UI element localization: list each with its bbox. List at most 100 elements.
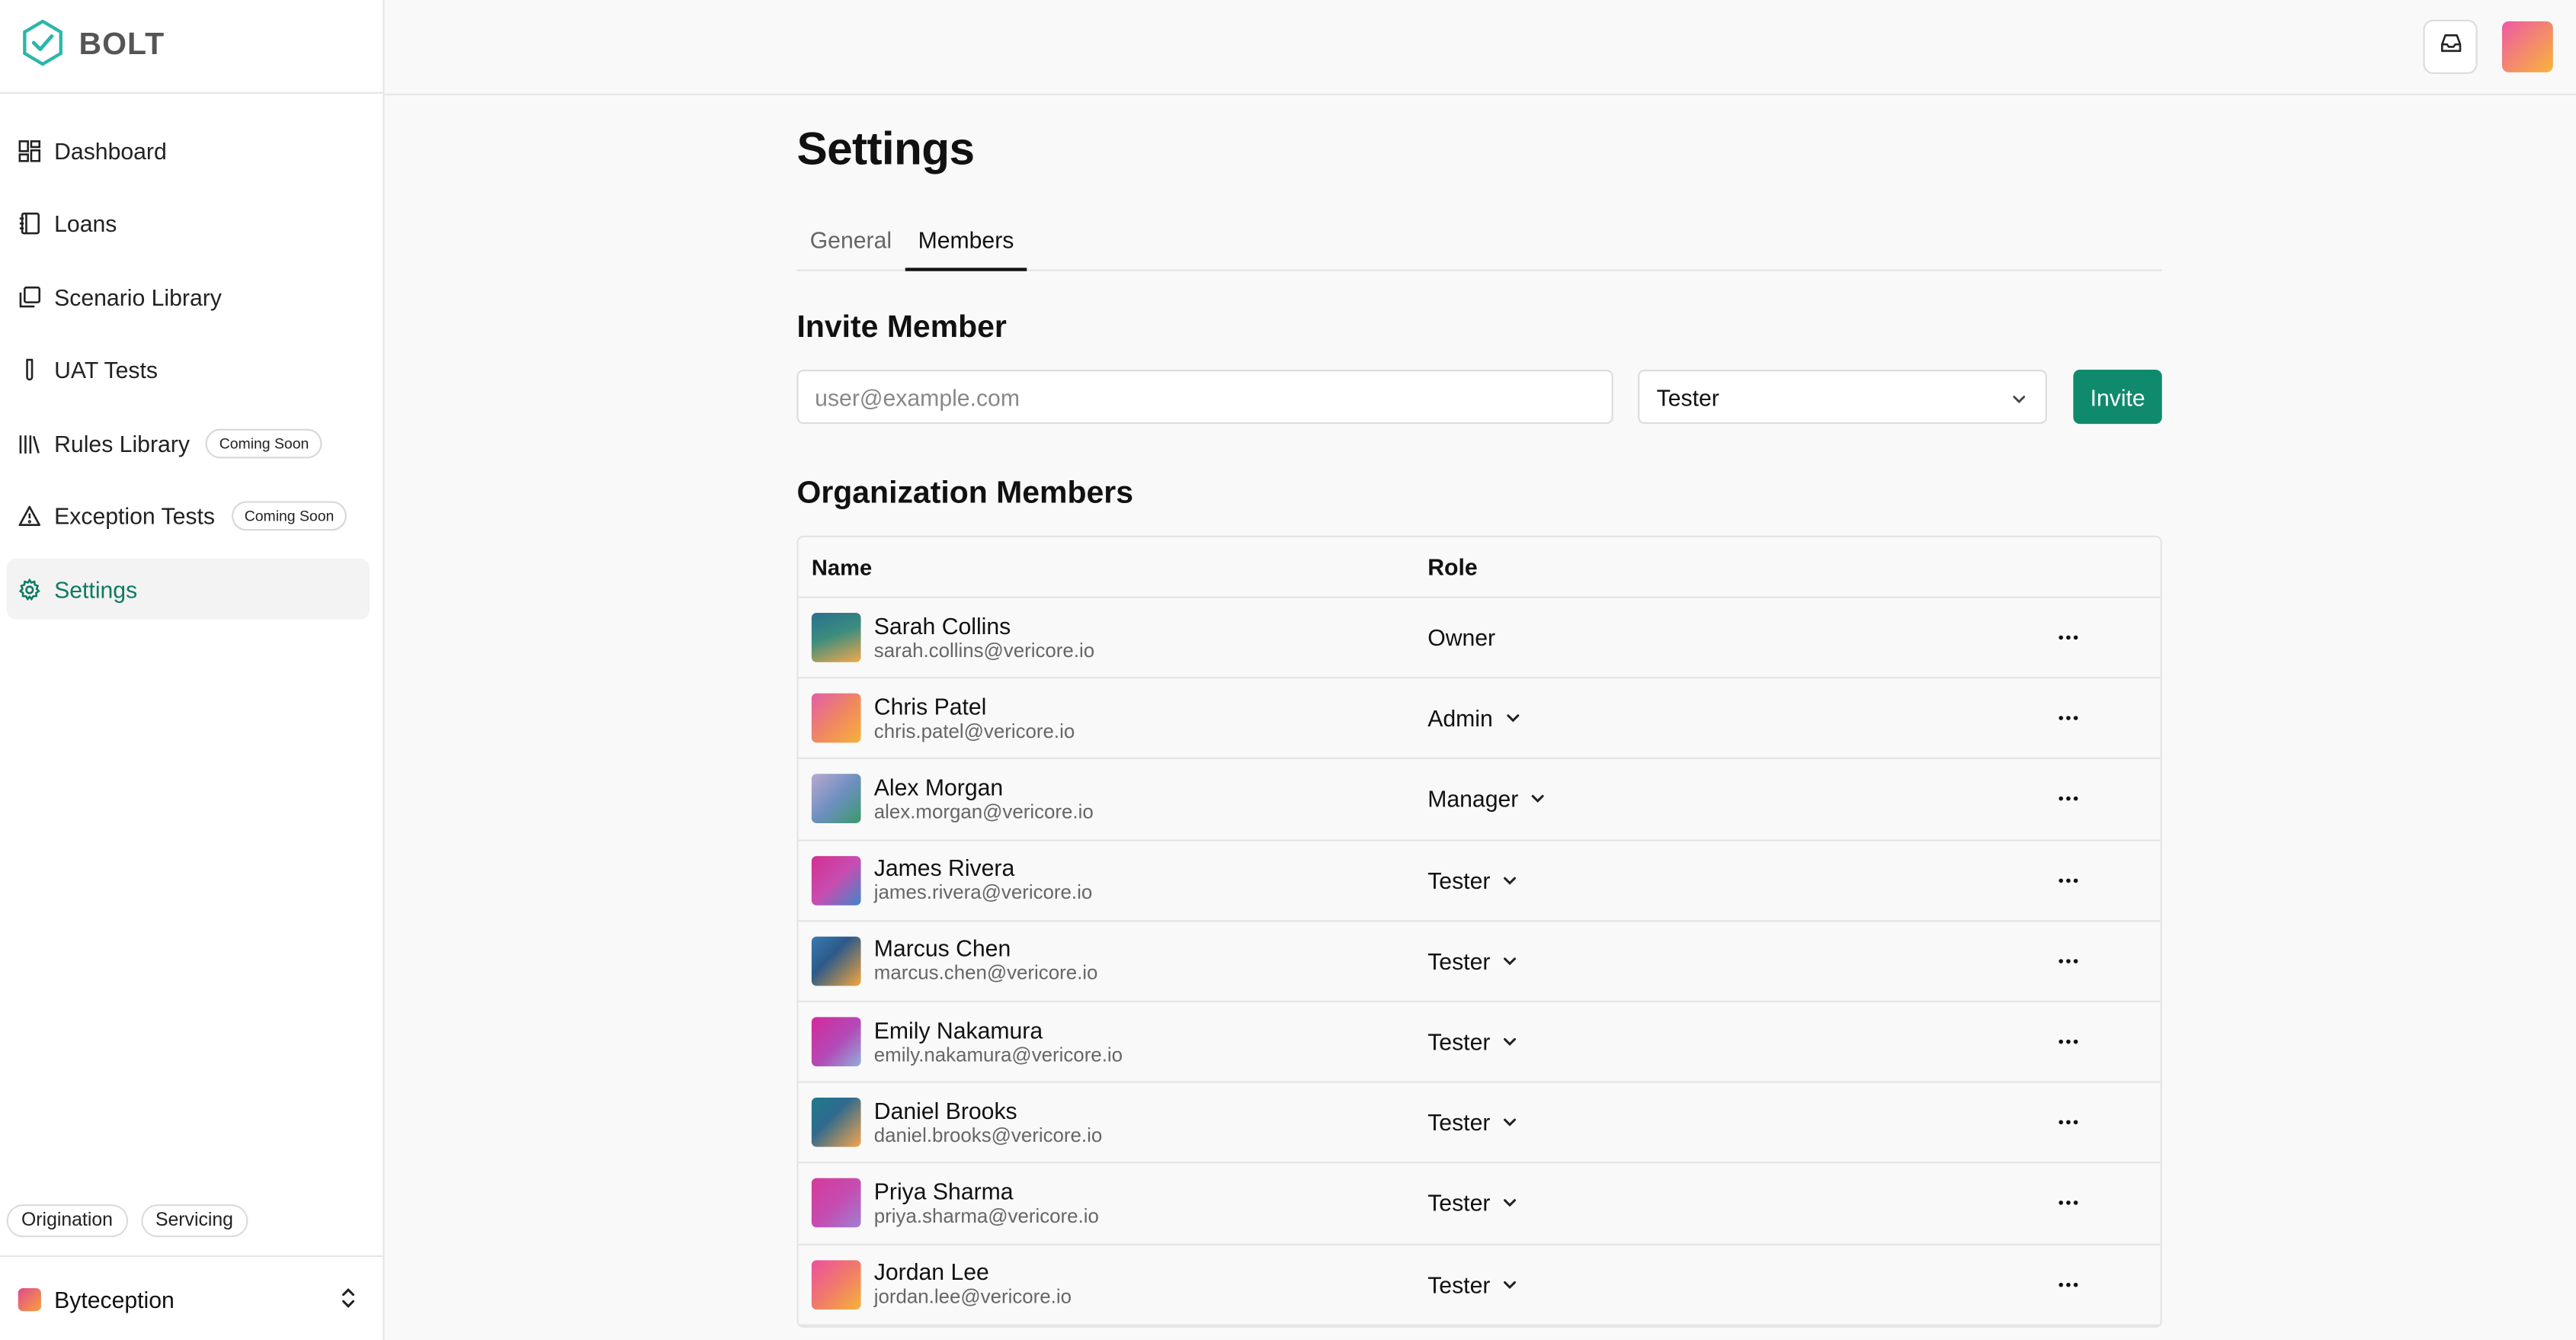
pill-servicing[interactable]: Servicing [140, 1204, 248, 1238]
pill-origination[interactable]: Origination [6, 1204, 128, 1238]
member-email: alex.morgan@vericore.io [873, 800, 1094, 823]
org-switcher[interactable]: Byteception [0, 1255, 383, 1340]
chevron-down-icon [1501, 1110, 1518, 1136]
dashboard-icon [18, 139, 41, 162]
chevron-down-icon [1501, 867, 1518, 893]
role-dropdown[interactable]: Admin [1415, 705, 1520, 732]
more-options-button[interactable] [2057, 707, 2080, 738]
sidebar-item-uat-tests[interactable]: UAT Tests [7, 339, 370, 400]
member-cell: Sarah Collins sarah.collins@vericore.io [799, 612, 1415, 663]
ellipsis-icon [2057, 951, 2080, 979]
table-body: Sarah Collins sarah.collins@vericore.io … [798, 598, 2161, 1326]
role-value: Tester [1427, 947, 1491, 974]
tab-members[interactable]: Members [905, 219, 1027, 271]
sidebar-item-dashboard[interactable]: Dashboard [7, 120, 370, 181]
inbox-button[interactable] [2423, 19, 2478, 75]
table-row: Priya Sharma priya.sharma@vericore.io Te… [798, 1164, 2161, 1245]
sidebar-item-label: Scenario Library [54, 283, 222, 310]
table-row: Sarah Collins sarah.collins@vericore.io … [798, 598, 2161, 679]
member-email: emily.nakamura@vericore.io [873, 1042, 1123, 1066]
role-dropdown[interactable]: Tester [1415, 1271, 1518, 1297]
table-row: Daniel Brooks daniel.brooks@vericore.io … [798, 1083, 2161, 1164]
ellipsis-icon [2057, 1113, 2080, 1141]
role-select-value: Tester [1656, 383, 1719, 410]
role-label: Owner [1415, 624, 1495, 650]
invite-form: Tester Invite [796, 370, 2162, 425]
member-name: Priya Sharma [873, 1178, 1014, 1204]
sidebar-nav: Dashboard Loans Scenario Library UAT Tes… [0, 94, 383, 620]
invite-button[interactable]: Invite [2073, 370, 2162, 425]
tab-general[interactable]: General [796, 219, 905, 271]
more-options-button[interactable] [2057, 1111, 2080, 1142]
bolt-logo-icon [20, 18, 66, 75]
more-options-button[interactable] [2057, 1030, 2080, 1061]
more-options-button[interactable] [2057, 787, 2080, 819]
avatar [811, 774, 861, 824]
avatar [811, 936, 861, 986]
sidebar-item-loans[interactable]: Loans [7, 193, 370, 254]
role-dropdown[interactable]: Tester [1415, 867, 1518, 893]
ellipsis-icon [2057, 1274, 2080, 1303]
invite-heading: Invite Member [796, 310, 1007, 345]
sidebar-item-settings[interactable]: Settings [6, 558, 370, 620]
member-name: Marcus Chen [873, 935, 1011, 962]
sidebar-item-label: Rules Library [54, 429, 190, 457]
role-dropdown[interactable]: Tester [1415, 1028, 1518, 1055]
table-row: Marcus Chen marcus.chen@vericore.io Test… [798, 922, 2161, 1002]
role-dropdown[interactable]: Tester [1415, 1191, 1518, 1217]
sidebar-item-scenario-library[interactable]: Scenario Library [7, 266, 370, 327]
chevron-down-icon [1501, 1271, 1518, 1297]
chevron-down-icon [2009, 388, 2029, 414]
role-value: Admin [1427, 705, 1493, 732]
role-dropdown[interactable]: Tester [1415, 947, 1518, 974]
sidebar-item-label: UAT Tests [54, 356, 159, 383]
sidebar-item-rules-library[interactable]: Rules Library Coming Soon [7, 412, 370, 473]
role-dropdown[interactable]: Manager [1415, 786, 1546, 813]
member-name: James Rivera [873, 854, 1015, 881]
member-email: marcus.chen@vericore.io [873, 961, 1098, 985]
org-name: Byteception [54, 1285, 175, 1313]
avatar [811, 855, 861, 905]
member-name: Daniel Brooks [873, 1097, 1017, 1124]
coming-soon-badge: Coming Soon [231, 501, 348, 531]
brand[interactable]: BOLT [0, 0, 383, 94]
chevron-down-icon [1530, 786, 1546, 812]
org-avatar [18, 1287, 41, 1311]
role-select[interactable]: Tester [1638, 370, 2048, 425]
product-pills: Origination Servicing [6, 1204, 248, 1238]
books-icon [18, 431, 41, 454]
member-email: sarah.collins@vericore.io [873, 638, 1095, 662]
member-name: Emily Nakamura [873, 1016, 1043, 1043]
column-header-role: Role [1427, 553, 1478, 580]
email-field[interactable] [796, 370, 1614, 425]
role-value: Tester [1427, 1028, 1491, 1055]
more-options-button[interactable] [2057, 1273, 2080, 1304]
role-dropdown[interactable]: Tester [1415, 1110, 1518, 1136]
avatar [811, 1259, 861, 1310]
table-row: James Rivera james.rivera@vericore.io Te… [798, 841, 2161, 922]
main-content: Settings General Members Invite Member T… [796, 95, 2162, 1328]
member-name: Alex Morgan [873, 774, 1004, 800]
ellipsis-icon [2057, 627, 2080, 656]
user-avatar[interactable] [2501, 21, 2553, 72]
more-options-button[interactable] [2057, 949, 2080, 980]
avatar [811, 1098, 861, 1148]
coming-soon-badge: Coming Soon [206, 428, 322, 458]
page-title: Settings [796, 123, 975, 175]
member-name: Sarah Collins [873, 612, 1011, 639]
column-header-name: Name [811, 554, 873, 579]
member-cell: Daniel Brooks daniel.brooks@vericore.io [799, 1097, 1415, 1148]
chevron-down-icon [1501, 947, 1518, 973]
sidebar: BOLT Dashboard Loans Scenario Library UA… [0, 0, 385, 1340]
member-email: daniel.brooks@vericore.io [873, 1123, 1103, 1147]
sidebar-item-exception-tests[interactable]: Exception Tests Coming Soon [7, 486, 370, 547]
more-options-button[interactable] [2057, 1191, 2080, 1223]
member-name: Chris Patel [873, 693, 987, 720]
member-email: priya.sharma@vericore.io [873, 1204, 1099, 1228]
more-options-button[interactable] [2057, 868, 2080, 899]
member-cell: Priya Sharma priya.sharma@vericore.io [799, 1178, 1415, 1229]
table-row: Chris Patel chris.patel@vericore.io Admi… [798, 679, 2161, 760]
more-options-button[interactable] [2057, 626, 2080, 657]
tabs: General Members [796, 219, 2162, 271]
table-row: Alex Morgan alex.morgan@vericore.io Mana… [798, 760, 2161, 841]
